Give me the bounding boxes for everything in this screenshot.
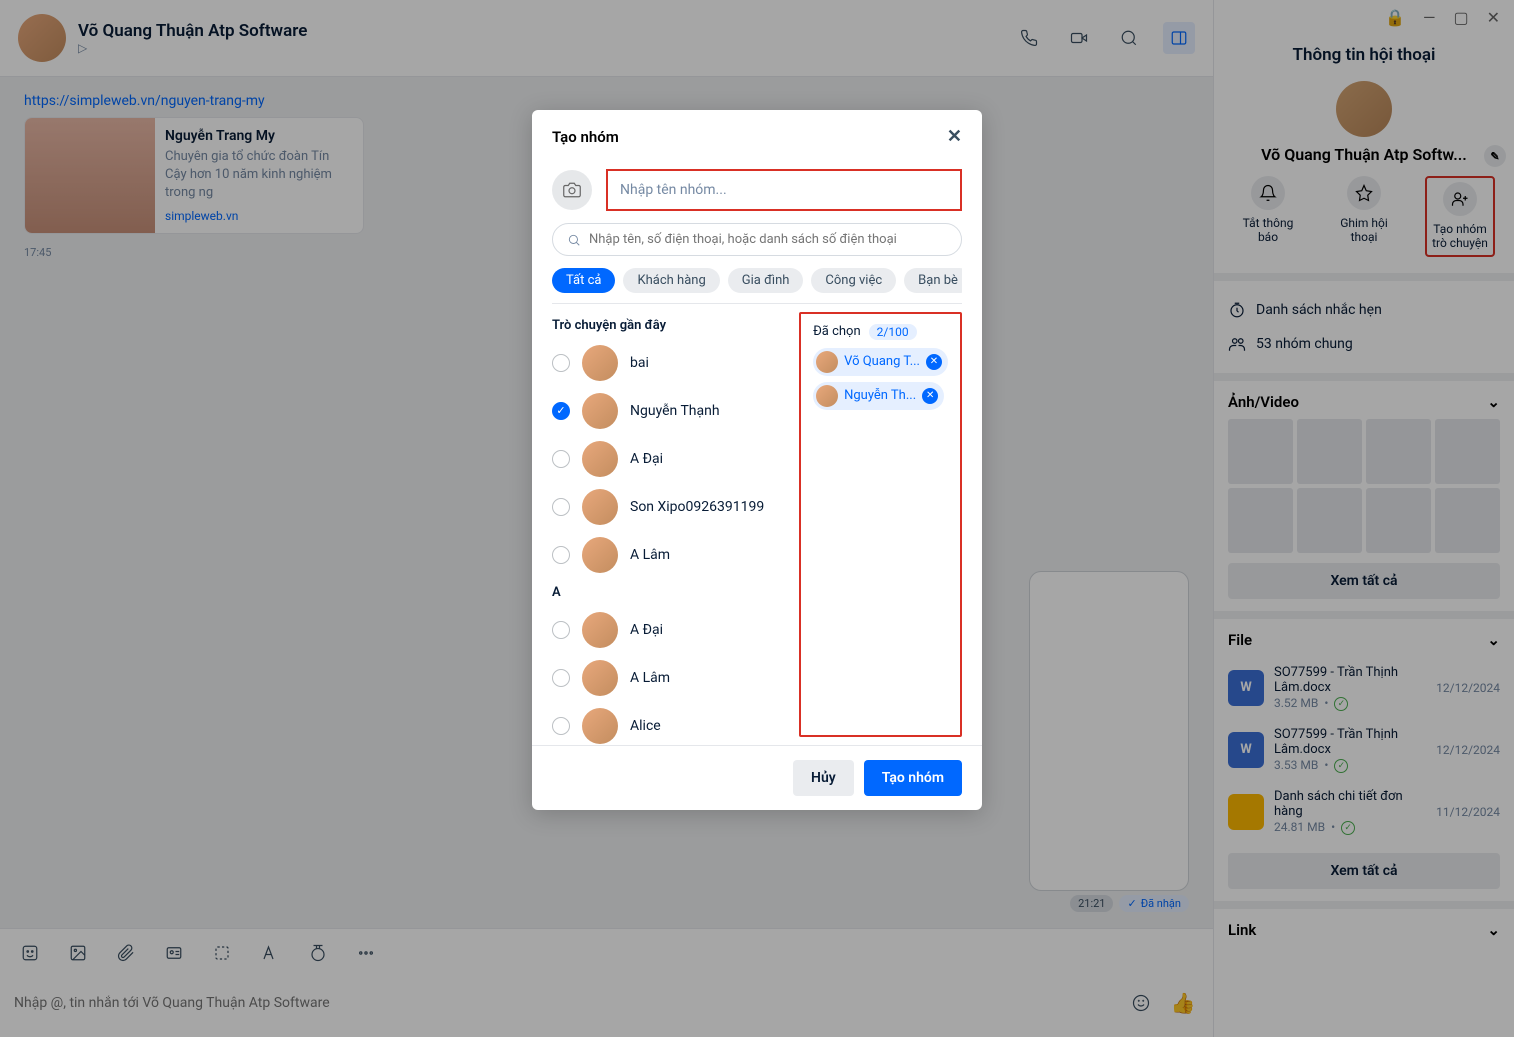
filter-tab[interactable]: Tất cả [552, 268, 615, 293]
contact-item[interactable]: A Đại [552, 435, 787, 483]
radio[interactable] [552, 669, 570, 687]
contact-avatar [582, 489, 618, 525]
remove-chip-icon[interactable]: ✕ [926, 354, 942, 370]
radio[interactable] [552, 402, 570, 420]
contact-item[interactable]: Son Xipo0926391199 [552, 483, 787, 531]
contact-item[interactable]: Alice [552, 702, 787, 745]
camera-icon [563, 181, 581, 199]
chip-name: Nguyễn Th... [844, 388, 916, 403]
contact-item[interactable]: A Đại [552, 606, 787, 654]
create-group-button[interactable]: Tạo nhóm [864, 760, 962, 796]
contact-avatar [582, 537, 618, 573]
selected-count: 2/100 [869, 324, 917, 340]
radio[interactable] [552, 450, 570, 468]
contact-avatar [582, 612, 618, 648]
cancel-button[interactable]: Hủy [793, 760, 854, 796]
contact-item[interactable]: Nguyễn Thạnh [552, 387, 787, 435]
contact-name: Alice [630, 718, 661, 734]
contact-item[interactable]: bai [552, 339, 787, 387]
contact-name: bai [630, 355, 649, 371]
radio[interactable] [552, 621, 570, 639]
radio[interactable] [552, 354, 570, 372]
selected-chip: Nguyễn Th... ✕ [813, 382, 944, 410]
group-name-input[interactable] [606, 169, 962, 211]
chip-avatar [816, 385, 838, 407]
contact-avatar [582, 708, 618, 744]
radio[interactable] [552, 546, 570, 564]
modal-title: Tạo nhóm [552, 128, 619, 146]
contact-name: A Đại [630, 622, 663, 638]
contact-item[interactable]: A Lâm [552, 531, 787, 579]
contact-avatar [582, 660, 618, 696]
chip-name: Võ Quang T... [844, 354, 920, 369]
contact-avatar [582, 393, 618, 429]
contact-avatar [582, 345, 618, 381]
remove-chip-icon[interactable]: ✕ [922, 388, 938, 404]
contact-name: Nguyễn Thạnh [630, 403, 720, 419]
chip-avatar [816, 351, 838, 373]
filter-tab[interactable]: Gia đình [728, 268, 804, 293]
contact-search[interactable] [552, 223, 962, 256]
radio[interactable] [552, 717, 570, 735]
filter-tab[interactable]: Bạn bè [904, 268, 962, 293]
contact-avatar [582, 441, 618, 477]
selected-chip: Võ Quang T... ✕ [813, 348, 948, 376]
filter-tab[interactable]: Khách hàng [623, 268, 719, 293]
contact-name: A Lâm [630, 670, 670, 686]
recent-section-label: Trò chuyện gần đây [552, 312, 787, 339]
contact-name: Son Xipo0926391199 [630, 499, 764, 515]
contact-name: A Lâm [630, 547, 670, 563]
contact-search-input[interactable] [589, 232, 947, 247]
group-photo-button[interactable] [552, 170, 592, 210]
search-icon [567, 233, 581, 247]
selected-panel: Đã chọn 2/100 Võ Quang T... ✕ Nguyễn Th.… [799, 312, 962, 737]
contact-name: A Đại [630, 451, 663, 467]
alpha-section-label: A [552, 579, 787, 606]
modal-overlay: Tạo nhóm ✕ Tất cả Khách hàng Gia đình Công … [0, 0, 1514, 1037]
contact-item[interactable]: A Lâm [552, 654, 787, 702]
radio[interactable] [552, 498, 570, 516]
close-icon[interactable]: ✕ [947, 126, 962, 147]
filter-tab[interactable]: Công việc [811, 268, 896, 293]
create-group-modal: Tạo nhóm ✕ Tất cả Khách hàng Gia đình Công … [532, 110, 982, 810]
